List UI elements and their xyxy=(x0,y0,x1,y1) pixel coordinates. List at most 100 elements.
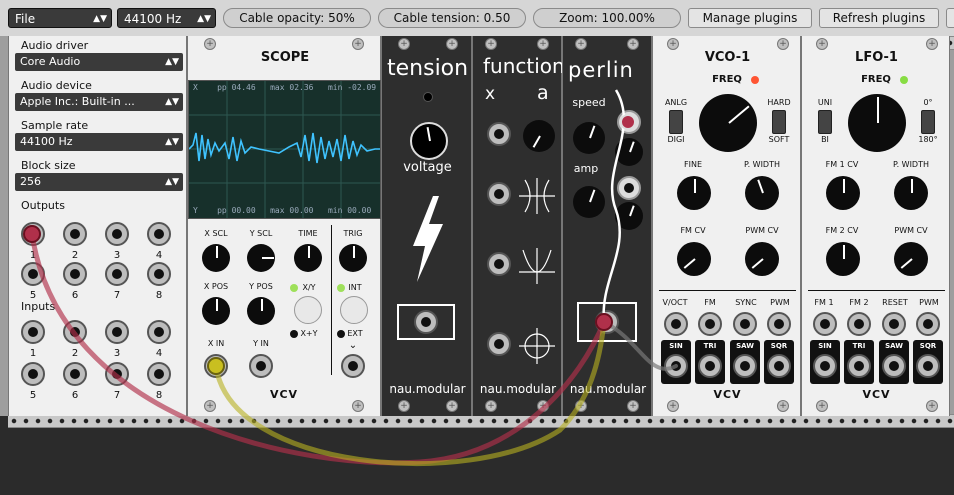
zoom-slider[interactable]: Zoom: 100.00% xyxy=(533,8,681,28)
saw-jack[interactable] xyxy=(733,354,757,378)
input-jack-8[interactable] xyxy=(147,362,171,386)
screw-icon: + xyxy=(446,38,458,50)
pulse-width-knob[interactable] xyxy=(745,176,779,210)
sync-jack[interactable] xyxy=(733,312,757,336)
y-pos-knob[interactable] xyxy=(247,297,275,325)
fm-jack[interactable] xyxy=(698,312,722,336)
pulse-width-label: P. WIDTH xyxy=(744,160,780,169)
output-jack-3[interactable] xyxy=(105,222,129,246)
input-jack-6[interactable] xyxy=(63,362,87,386)
tri-jack[interactable] xyxy=(698,354,722,378)
sqr-jack[interactable] xyxy=(767,354,791,378)
overflow-button[interactable] xyxy=(946,8,954,28)
input-jack-5[interactable] xyxy=(21,362,45,386)
fm2-cv-knob[interactable] xyxy=(826,242,860,276)
output-jack-2[interactable] xyxy=(63,222,87,246)
fm-label: FM xyxy=(704,298,716,307)
fm1-cv-knob[interactable] xyxy=(826,176,860,210)
pwm-cv-label: PWM CV xyxy=(745,226,779,235)
perlin-jack-2[interactable] xyxy=(617,176,641,200)
tension-knob[interactable] xyxy=(410,122,448,160)
chevron-updown-icon: ▲▼ xyxy=(165,137,179,147)
sample-rate-select[interactable]: 44100 Hz ▲▼ xyxy=(117,8,216,28)
pulse-width-label: P. WIDTH xyxy=(893,160,929,169)
function-a-knob[interactable] xyxy=(523,120,555,152)
phase-switch[interactable] xyxy=(921,110,935,134)
function-input-jack-4[interactable] xyxy=(487,332,511,356)
module-sample-rate-select[interactable]: 44100 Hz ▲▼ xyxy=(15,133,183,151)
vco-led xyxy=(751,76,759,84)
y-scale-label: Y SCL xyxy=(249,229,273,238)
input-jack-2[interactable] xyxy=(63,320,87,344)
amp-knob[interactable] xyxy=(573,186,605,218)
audio-driver-label: Audio driver xyxy=(21,39,89,52)
lfo-pulse-width-knob[interactable] xyxy=(894,176,928,210)
x-pos-knob[interactable] xyxy=(202,297,230,325)
saw-output: SAW xyxy=(730,340,760,384)
hard-soft-switch[interactable] xyxy=(772,110,786,134)
fine-knob[interactable] xyxy=(677,176,711,210)
file-menu[interactable]: File ▲▼ xyxy=(8,8,112,28)
x-scale-knob[interactable] xyxy=(202,244,230,272)
output-jack-4[interactable] xyxy=(147,222,171,246)
manage-plugins-button[interactable]: Manage plugins xyxy=(688,8,812,28)
speed-knob[interactable] xyxy=(573,122,605,154)
perlin-output-jack[interactable] xyxy=(595,310,619,334)
pwm-jack[interactable] xyxy=(767,312,791,336)
ext-trig-jack[interactable] xyxy=(341,354,365,378)
function-input-jack-2[interactable] xyxy=(487,182,511,206)
perlin-knob-3[interactable] xyxy=(615,202,643,230)
audio-driver-select[interactable]: Core Audio ▲▼ xyxy=(15,53,183,71)
tension-output-jack[interactable] xyxy=(414,310,438,334)
scope-channel: X xyxy=(193,83,198,92)
fm2-jack[interactable] xyxy=(847,312,871,336)
output-jack-6[interactable] xyxy=(63,262,87,286)
input-jack-1[interactable] xyxy=(21,320,45,344)
lfo-freq-knob[interactable] xyxy=(848,94,906,152)
time-knob[interactable] xyxy=(294,244,322,272)
lfo-tri-jack[interactable] xyxy=(847,354,871,378)
lfo-sin-jack[interactable] xyxy=(813,354,837,378)
lfo-pwm-cv-knob[interactable] xyxy=(894,242,928,276)
output-jack-8[interactable] xyxy=(147,262,171,286)
output-jack-7[interactable] xyxy=(105,262,129,286)
audio-device-select[interactable]: Apple Inc.: Built-in ... ▲▼ xyxy=(15,93,183,111)
tri-label: TRI xyxy=(852,342,866,350)
cable-opacity-slider[interactable]: Cable opacity: 50% xyxy=(223,8,371,28)
uni-bi-switch[interactable] xyxy=(818,110,832,134)
output-jack-5[interactable] xyxy=(21,262,45,286)
sin-jack[interactable] xyxy=(664,354,688,378)
trig-knob[interactable] xyxy=(339,244,367,272)
scope-min-label: min xyxy=(327,83,343,92)
reset-jack[interactable] xyxy=(882,312,906,336)
refresh-plugins-button[interactable]: Refresh plugins xyxy=(819,8,939,28)
y-in-jack[interactable] xyxy=(249,354,273,378)
anlg-digi-switch[interactable] xyxy=(669,110,683,134)
vco-freq-knob[interactable] xyxy=(699,94,757,152)
output-jack-1[interactable] xyxy=(21,222,45,246)
y-scale-knob[interactable] xyxy=(247,244,275,272)
input-jack-4[interactable] xyxy=(147,320,171,344)
xy-mode-button[interactable] xyxy=(294,296,322,324)
lfo-pwm-jack[interactable] xyxy=(916,312,940,336)
block-size-select[interactable]: 256 ▲▼ xyxy=(15,173,183,191)
fm-cv-knob[interactable] xyxy=(677,242,711,276)
scope-pp-label: pp xyxy=(217,83,227,92)
voct-jack[interactable] xyxy=(664,312,688,336)
input-jack-7[interactable] xyxy=(105,362,129,386)
function-input-jack-1[interactable] xyxy=(487,122,511,146)
function-input-jack-3[interactable] xyxy=(487,252,511,276)
cable-tension-slider[interactable]: Cable tension: 0.50 xyxy=(378,8,526,28)
pwm-cv-knob[interactable] xyxy=(745,242,779,276)
lfo-sqr-jack[interactable] xyxy=(916,354,940,378)
trig-source-button[interactable] xyxy=(340,296,368,324)
input-jack-3[interactable] xyxy=(105,320,129,344)
screw-icon: + xyxy=(816,38,828,50)
lfo-saw-jack[interactable] xyxy=(882,354,906,378)
audio-driver-value: Core Audio xyxy=(20,55,81,68)
perlin-knob-2[interactable] xyxy=(615,138,643,166)
fm1-jack[interactable] xyxy=(813,312,837,336)
tension-module: + + tension voltage nau.modular + + xyxy=(381,36,472,416)
x-in-jack[interactable] xyxy=(204,354,228,378)
perlin-jack-1[interactable] xyxy=(617,110,641,134)
